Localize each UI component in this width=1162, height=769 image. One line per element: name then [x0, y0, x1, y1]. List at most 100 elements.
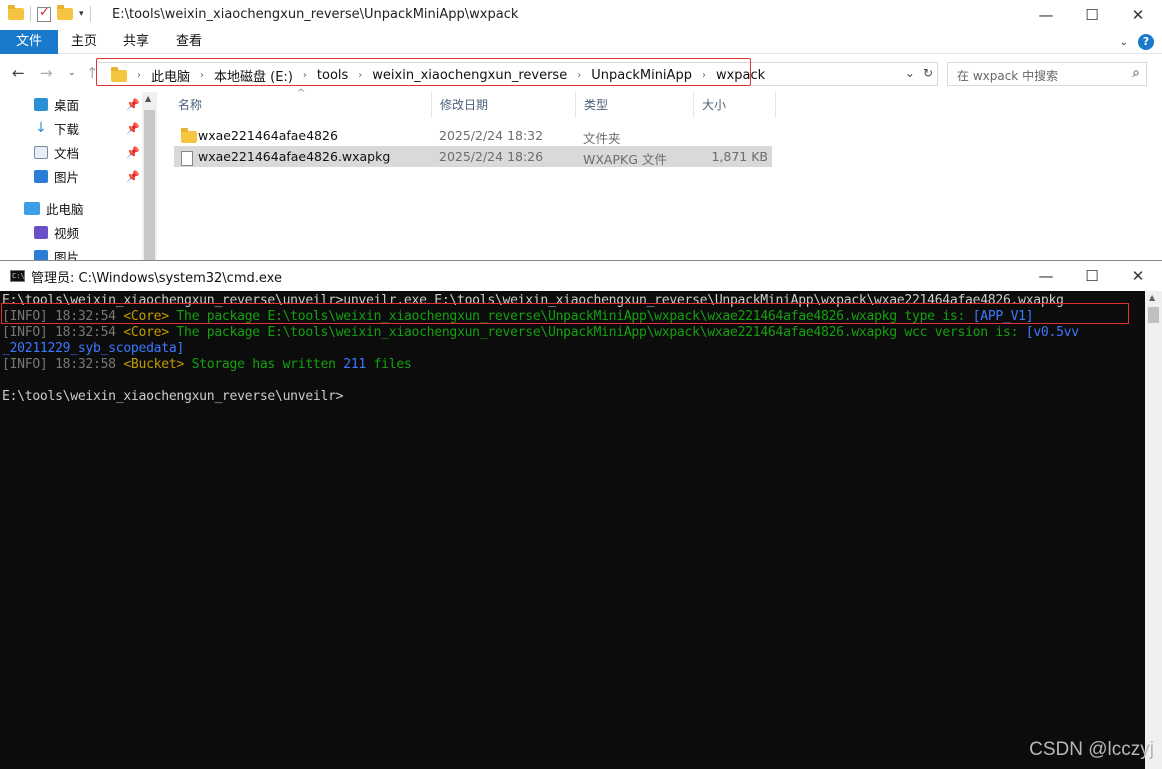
nav-item-this-pc[interactable]: 此电脑 — [24, 198, 84, 218]
document-icon — [34, 145, 48, 159]
file-row-selected[interactable]: wxae221464afae4826.wxapkg 2025/2/24 18:2… — [174, 146, 772, 167]
chevron-right-icon[interactable]: › — [702, 70, 706, 81]
console-text-segment: [APP_V1] — [972, 309, 1034, 324]
scrollbar-thumb[interactable] — [1148, 307, 1159, 323]
console-text-segment: The package E:\tools\weixin_xiaochengxun… — [168, 309, 973, 324]
pin-icon[interactable]: 📌 — [126, 98, 140, 111]
console-line: E:\tools\weixin_xiaochengxun_reverse\unv… — [2, 293, 1145, 309]
nav-item-label: 图片 — [54, 169, 80, 185]
expand-ribbon-icon[interactable]: ⌄ — [1120, 37, 1128, 48]
breadcrumb-item[interactable]: UnpackMiniApp — [591, 68, 692, 83]
scrollbar-thumb[interactable] — [144, 110, 155, 260]
search-icon[interactable]: ⌕ — [1132, 65, 1140, 81]
file-date: 2025/2/24 18:32 — [439, 128, 544, 143]
console-text-segment: 18:32:58 — [47, 357, 124, 372]
console-text-segment: The package E:\tools\weixin_xiaochengxun… — [168, 325, 1026, 340]
console-text-segment: <Core> — [123, 309, 169, 324]
column-header-type[interactable]: 类型 — [576, 92, 694, 118]
nav-item-label: 文档 — [54, 145, 80, 161]
console-text-segment: 211 — [343, 357, 367, 372]
cmd-icon: C:\ — [10, 270, 25, 282]
column-header-size[interactable]: 大小 — [694, 92, 776, 118]
customize-toolbar-icon[interactable]: ▾ — [79, 9, 84, 19]
console-text-segment: 18:32:54 — [47, 325, 124, 340]
console-output[interactable]: E:\tools\weixin_xiaochengxun_reverse\unv… — [0, 291, 1145, 769]
cmd-close-button[interactable]: ✕ — [1115, 261, 1161, 291]
chevron-right-icon[interactable]: › — [200, 70, 204, 81]
breadcrumb-item[interactable]: tools — [317, 68, 348, 83]
cmd-minimize-button[interactable]: — — [1023, 261, 1069, 291]
nav-item-label: 此电脑 — [46, 201, 84, 217]
toolbar-divider — [89, 6, 91, 22]
console-line: [INFO] 18:32:54 <Core> The package E:\to… — [2, 309, 1145, 325]
console-text-segment: [INFO] — [2, 357, 48, 372]
chevron-right-icon[interactable]: › — [577, 70, 581, 81]
help-icon[interactable]: ? — [1138, 34, 1154, 50]
tab-file[interactable]: 文件 — [0, 30, 58, 54]
tab-share[interactable]: 共享 — [110, 30, 162, 54]
scroll-up-icon[interactable]: ▲ — [145, 94, 151, 103]
file-date: 2025/2/24 18:26 — [439, 149, 544, 164]
breadcrumb-item[interactable]: wxpack — [716, 68, 765, 83]
console-line: [INFO] 18:32:54 <Core> The package E:\to… — [2, 325, 1145, 341]
properties-icon[interactable] — [37, 5, 51, 22]
recent-locations-icon[interactable]: ⌄ — [68, 68, 76, 78]
pin-icon[interactable]: 📌 — [126, 122, 140, 135]
console-text-segment: [INFO] — [2, 325, 48, 340]
column-header-date[interactable]: 修改日期 — [432, 92, 576, 118]
nav-item-documents[interactable]: 文档 — [34, 142, 79, 162]
console-text-segment: <Core> — [123, 325, 169, 340]
watermark: CSDN @lcczyj — [1029, 739, 1154, 760]
chevron-right-icon[interactable]: › — [303, 70, 307, 81]
video-icon — [34, 225, 48, 239]
console-text-segment: 18:32:54 — [47, 309, 124, 324]
maximize-button[interactable]: ☐ — [1069, 0, 1115, 30]
column-header-name[interactable]: 名称 — [170, 92, 432, 118]
scroll-up-icon[interactable]: ▲ — [1149, 293, 1155, 302]
chevron-right-icon[interactable]: › — [358, 70, 362, 81]
console-line: _20211229_syb_scopedata] — [2, 341, 1145, 357]
refresh-icon[interactable]: ↻ — [923, 66, 933, 80]
nav-item-downloads[interactable]: ↓ 下载 — [34, 118, 79, 138]
nav-item-label: 下载 — [54, 121, 80, 137]
file-size: 1,871 KB — [711, 149, 768, 164]
folder-icon — [111, 66, 127, 82]
address-bar[interactable]: › 此电脑 › 本地磁盘 (E:) › tools › weixin_xiaoc… — [96, 62, 938, 86]
cmd-window-title: 管理员: C:\Windows\system32\cmd.exe — [31, 271, 282, 286]
file-name: wxae221464afae4826.wxapkg — [198, 149, 391, 164]
tab-home[interactable]: 主页 — [58, 30, 110, 54]
new-folder-icon[interactable] — [57, 5, 73, 20]
back-arrow-icon[interactable]: ← — [12, 64, 25, 82]
picture-icon — [34, 169, 48, 183]
breadcrumb-item[interactable]: 本地磁盘 (E:) — [214, 66, 293, 85]
address-dropdown-icon[interactable]: ⌄ — [905, 66, 915, 80]
search-input[interactable]: 在 wxpack 中搜索 ⌕ — [947, 62, 1147, 86]
minimize-button[interactable]: — — [1023, 0, 1069, 30]
file-type: WXAPKG 文件 — [583, 152, 667, 167]
computer-icon — [24, 201, 40, 215]
cmd-window: C:\ 管理员: C:\Windows\system32\cmd.exe — ☐… — [0, 260, 1162, 769]
close-button[interactable]: ✕ — [1115, 0, 1161, 30]
nav-item-videos[interactable]: 视频 — [34, 222, 79, 242]
nav-item-pictures[interactable]: 图片 — [34, 166, 79, 186]
chevron-right-icon[interactable]: › — [137, 70, 141, 81]
breadcrumb-item[interactable]: 此电脑 — [151, 66, 190, 85]
tab-view[interactable]: 查看 — [163, 30, 215, 54]
console-text-segment: [v0.5vv — [1025, 325, 1079, 340]
nav-item-label: 桌面 — [54, 97, 80, 113]
console-text-segment: _20211229_syb_scopedata] — [2, 341, 184, 356]
pin-icon[interactable]: 📌 — [126, 146, 140, 159]
breadcrumb-item[interactable]: weixin_xiaochengxun_reverse — [372, 68, 567, 83]
desktop-icon — [34, 97, 48, 111]
console-text-segment: <Bucket> — [123, 357, 185, 372]
pin-icon[interactable]: 📌 — [126, 170, 140, 183]
file-row[interactable]: wxae221464afae4826 2025/2/24 18:32 文件夹 — [174, 125, 772, 146]
cmd-maximize-button[interactable]: ☐ — [1069, 261, 1115, 291]
search-placeholder: 在 wxpack 中搜索 — [957, 69, 1059, 83]
console-line: E:\tools\weixin_xiaochengxun_reverse\unv… — [2, 389, 1145, 405]
nav-item-desktop[interactable]: 桌面 — [34, 94, 79, 114]
nav-scrollbar[interactable]: ▲ — [142, 92, 157, 260]
cmd-scrollbar[interactable]: ▲ — [1145, 291, 1162, 769]
forward-arrow-icon[interactable]: → — [40, 64, 53, 82]
quick-access-toolbar: ▾ — [8, 5, 91, 22]
